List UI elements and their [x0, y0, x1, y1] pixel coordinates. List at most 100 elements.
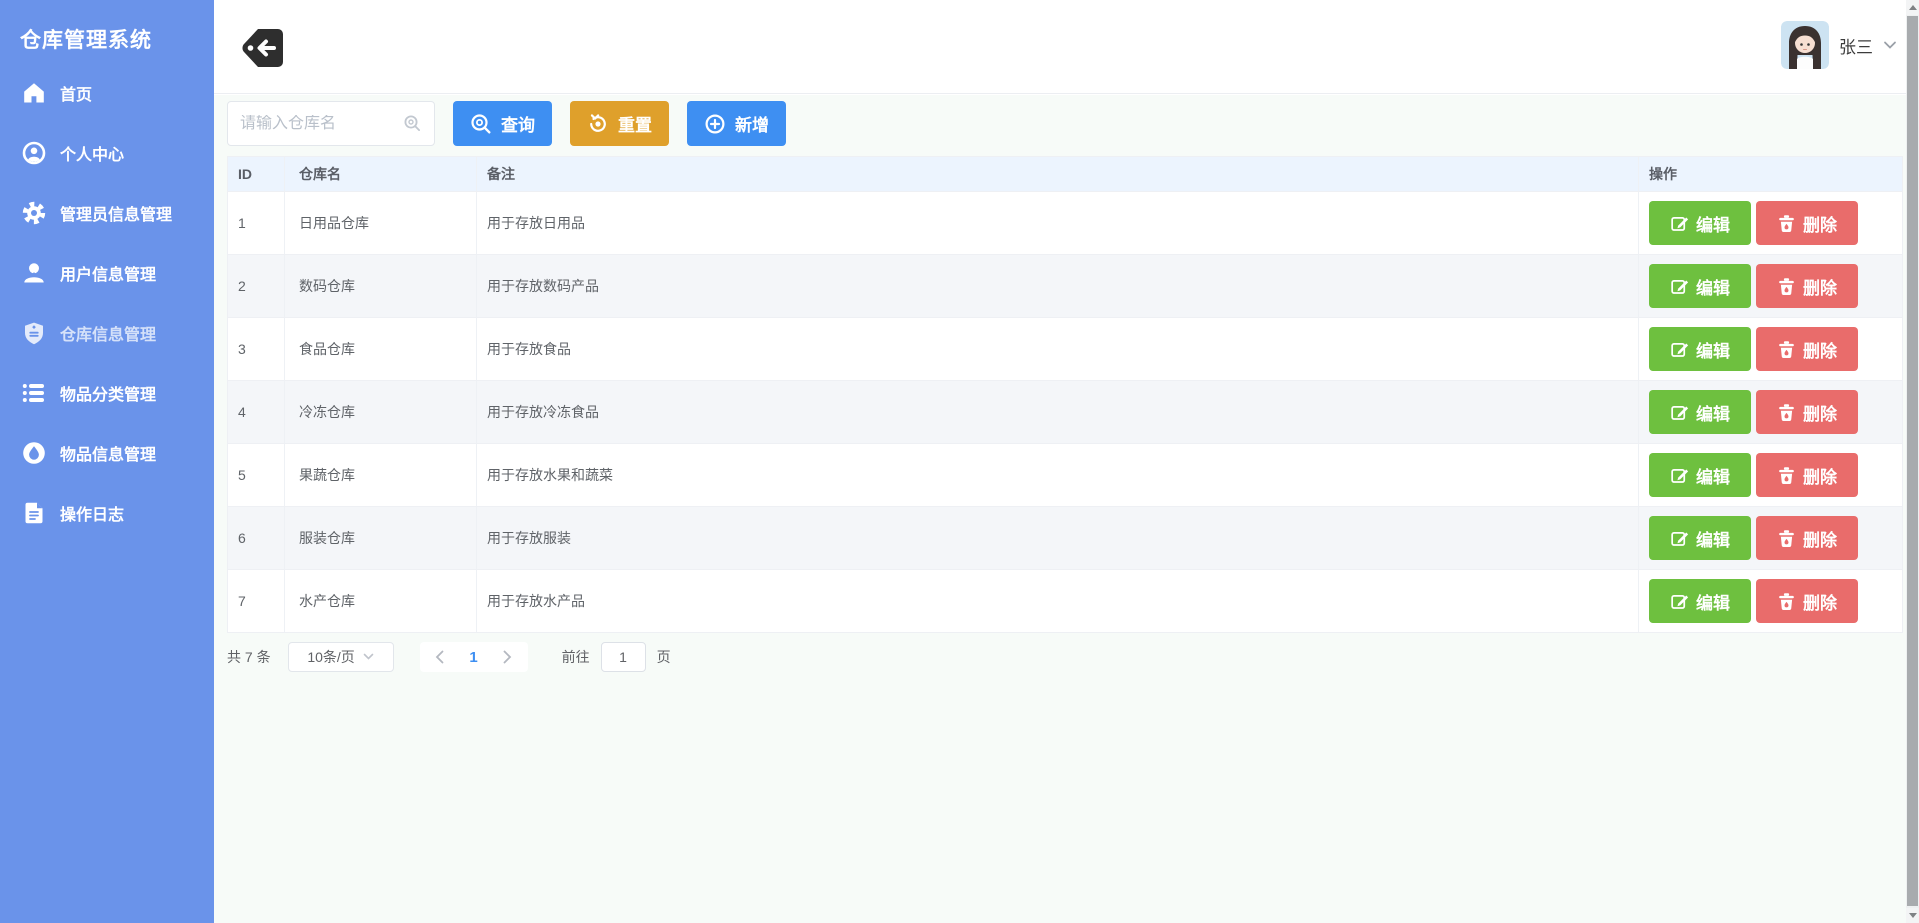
edit-button[interactable]: 编辑 [1649, 453, 1751, 497]
drop-icon [23, 442, 45, 464]
sidebar-item-category-management[interactable]: 物品分类管理 [0, 363, 214, 423]
user-circle-icon [22, 141, 46, 165]
cell-remark: 用于存放水产品 [477, 570, 1639, 632]
edit-button[interactable]: 编辑 [1649, 516, 1751, 560]
delete-button[interactable]: 删除 [1756, 264, 1858, 308]
trash-icon [1779, 592, 1794, 610]
delete-button[interactable]: 删除 [1756, 201, 1858, 245]
warehouse-name: 服装仓库 [299, 530, 355, 546]
warehouse-name: 食品仓库 [299, 341, 355, 357]
row-id: 5 [238, 467, 246, 483]
trash-icon [1779, 214, 1794, 232]
table-row: 3 食品仓库 用于存放食品 编辑 删除 [228, 317, 1902, 380]
cell-id: 6 [228, 507, 285, 569]
warehouse-name: 冷冻仓库 [299, 404, 355, 420]
edit-icon [1671, 405, 1689, 420]
edit-button[interactable]: 编辑 [1649, 264, 1751, 308]
warehouse-name: 水产仓库 [299, 593, 355, 609]
scroll-down-button[interactable] [1906, 908, 1919, 923]
goto-label: 前往 [561, 649, 590, 665]
sidebar-item-home[interactable]: 首页 [0, 63, 214, 123]
cell-actions: 编辑 删除 [1639, 192, 1902, 254]
vertical-scrollbar[interactable] [1906, 0, 1919, 923]
refresh-icon [590, 113, 606, 132]
cell-remark: 用于存放食品 [477, 318, 1639, 380]
delete-button[interactable]: 删除 [1756, 327, 1858, 371]
trash-icon [1779, 529, 1794, 547]
sidebar-item-item-management[interactable]: 物品信息管理 [0, 423, 214, 483]
edit-button[interactable]: 编辑 [1649, 201, 1751, 245]
edit-icon [1671, 279, 1689, 294]
delete-button[interactable]: 删除 [1756, 516, 1858, 560]
delete-button-label: 删除 [1803, 530, 1837, 550]
back-button[interactable] [241, 27, 287, 69]
home-icon [24, 83, 44, 103]
pagination: 共 7 条 10条/页 1 前往 页 [227, 642, 1919, 672]
pagination-total: 共 7 条 [227, 649, 271, 665]
cell-id: 1 [228, 192, 285, 254]
warehouse-remark: 用于存放冷冻食品 [487, 404, 599, 420]
cell-remark: 用于存放日用品 [477, 192, 1639, 254]
next-page-button[interactable] [494, 643, 522, 671]
sidebar-item-label: 个人中心 [60, 147, 125, 164]
delete-button-label: 删除 [1803, 341, 1837, 361]
delete-button[interactable]: 删除 [1756, 579, 1858, 623]
user-icon [24, 263, 44, 283]
warehouse-remark: 用于存放日用品 [487, 215, 585, 231]
sidebar-item-label: 操作日志 [60, 507, 125, 524]
cell-warehouse-name: 食品仓库 [285, 318, 477, 380]
user-menu[interactable]: 张三 [1781, 21, 1897, 69]
edit-button-label: 编辑 [1696, 530, 1730, 550]
sidebar-item-warehouse-management[interactable]: 仓库信息管理 [0, 303, 214, 363]
cell-warehouse-name: 数码仓库 [285, 255, 477, 317]
sidebar-item-user-management[interactable]: 用户信息管理 [0, 243, 214, 303]
search-icon [471, 113, 491, 133]
edit-button-label: 编辑 [1696, 467, 1730, 487]
query-button[interactable]: 查询 [453, 101, 552, 146]
add-button-label: 新增 [735, 116, 769, 135]
prev-page-button[interactable] [426, 643, 454, 671]
sidebar-item-label: 物品信息管理 [60, 447, 157, 464]
reset-button[interactable]: 重置 [570, 101, 669, 146]
edit-icon [1671, 594, 1689, 609]
sidebar-item-label: 物品分类管理 [60, 387, 157, 404]
page-unit-label: 页 [656, 649, 671, 665]
cell-warehouse-name: 冷冻仓库 [285, 381, 477, 443]
row-id: 4 [238, 404, 246, 420]
page-size-select[interactable]: 10条/页 [287, 642, 394, 672]
chevron-down-icon [363, 653, 374, 660]
reset-button-label: 重置 [618, 116, 652, 135]
warehouse-search-box [227, 101, 435, 146]
cell-actions: 编辑 删除 [1639, 507, 1902, 569]
scrollbar-thumb[interactable] [1907, 16, 1918, 906]
delete-button[interactable]: 删除 [1756, 390, 1858, 434]
sidebar-item-operation-log[interactable]: 操作日志 [0, 483, 214, 543]
current-page[interactable]: 1 [460, 649, 488, 666]
table-row: 1 日用品仓库 用于存放日用品 编辑 删除 [228, 191, 1902, 254]
scroll-up-button[interactable] [1906, 0, 1919, 15]
gear-icon [22, 201, 46, 225]
table-row: 4 冷冻仓库 用于存放冷冻食品 编辑 删除 [228, 380, 1902, 443]
table-row: 2 数码仓库 用于存放数码产品 编辑 删除 [228, 254, 1902, 317]
edit-button[interactable]: 编辑 [1649, 579, 1751, 623]
col-header-warehouse-name: 仓库名 [285, 157, 477, 191]
delete-button[interactable]: 删除 [1756, 453, 1858, 497]
cell-warehouse-name: 服装仓库 [285, 507, 477, 569]
warehouse-name: 数码仓库 [299, 278, 355, 294]
sidebar-item-admin-management[interactable]: 管理员信息管理 [0, 183, 214, 243]
cell-remark: 用于存放服装 [477, 507, 1639, 569]
add-button[interactable]: 新增 [687, 101, 786, 146]
cell-warehouse-name: 日用品仓库 [285, 192, 477, 254]
sidebar-item-profile[interactable]: 个人中心 [0, 123, 214, 183]
cell-id: 7 [228, 570, 285, 632]
cell-warehouse-name: 水产仓库 [285, 570, 477, 632]
search-input[interactable] [240, 114, 403, 133]
trash-icon [1779, 277, 1794, 295]
goto-page-input[interactable] [600, 642, 646, 672]
sidebar-item-label: 仓库信息管理 [60, 327, 157, 344]
cell-actions: 编辑 删除 [1639, 255, 1902, 317]
edit-button[interactable]: 编辑 [1649, 327, 1751, 371]
edit-button[interactable]: 编辑 [1649, 390, 1751, 434]
edit-button-label: 编辑 [1696, 278, 1730, 298]
table-row: 7 水产仓库 用于存放水产品 编辑 删除 [228, 569, 1902, 632]
